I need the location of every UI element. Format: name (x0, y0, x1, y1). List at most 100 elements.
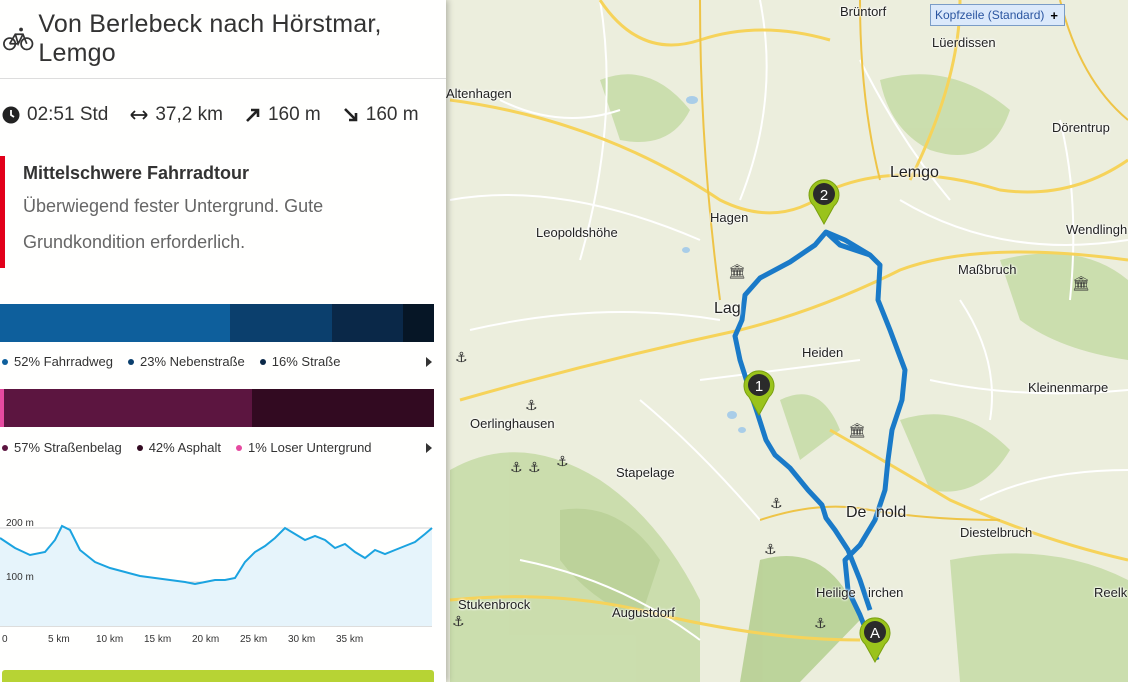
anchor-icon: ⚓ (510, 460, 523, 476)
place-label: Lüerdissen (932, 35, 996, 50)
tour-title: Von Berlebeck nach Hörstmar, Lemgo (38, 10, 382, 67)
expand-arrow-icon[interactable] (426, 357, 432, 367)
waytypes-bar-segment[interactable] (230, 304, 333, 342)
distance-arrows-icon (130, 109, 148, 121)
place-label: Brüntorf (840, 4, 887, 19)
legend-dot (128, 358, 134, 365)
legend-label: 23% Nebenstraße (140, 354, 245, 369)
place-label: Wendlingh (1066, 222, 1128, 237)
anchor-icon: ⚓ (528, 460, 541, 476)
x-axis-label: 25 km (240, 634, 267, 645)
waytypes-bar-segment[interactable] (403, 304, 434, 342)
legend-dot (2, 358, 8, 365)
anchor-icon: ⚓ (814, 616, 827, 632)
place-label: Stukenbrock (458, 597, 531, 612)
descent-stat: 160 m (343, 104, 419, 126)
x-axis-label: 35 km (336, 634, 363, 645)
waypoint-1-pin[interactable]: 1 (741, 367, 777, 417)
waytypes-legend-item: 52% Fahrradweg (0, 354, 113, 369)
place-label: Oerlinghausen (470, 416, 555, 431)
surface-bar-segment[interactable] (4, 389, 252, 427)
tour-stats: 02:51 Std 37,2 km 160 m 160 m (2, 104, 441, 126)
surface-bar[interactable] (0, 389, 434, 427)
place-label: Heilige (816, 585, 856, 600)
place-label: irchen (868, 585, 904, 600)
place-label: Leopoldshöhe (536, 225, 618, 240)
y-axis-label: 200 m (6, 518, 34, 529)
legend-dot (235, 444, 242, 451)
tour-details-panel: Von Berlebeck nach Hörstmar, Lemgo 02:51… (0, 0, 446, 682)
x-axis-label: 30 km (288, 634, 315, 645)
waytype-legend[interactable]: 52% Fahrradweg 23% Nebenstraße 16% Straße (0, 354, 434, 369)
place-label: Kleinenmarpe (1028, 380, 1109, 395)
legend-label: 57% Straßenbelag (14, 440, 122, 455)
anchor-icon: ⚓ (452, 614, 465, 630)
legend-label: 42% Asphalt (148, 440, 221, 455)
ascent-value: 160 m (267, 104, 321, 125)
museum-icon: 🏛 (1072, 275, 1090, 292)
x-axis-labels: 0 5 km 10 km 15 km 20 km 25 km 30 km 35 km (2, 634, 363, 645)
surface-legend-item: 1% Loser Untergrund (234, 440, 372, 455)
place-label: Heiden (802, 345, 844, 360)
x-axis-label: 5 km (48, 634, 70, 645)
place-label: Hagen (710, 210, 749, 225)
x-axis-label: 10 km (96, 634, 123, 645)
start-pin[interactable]: A (857, 614, 893, 664)
anchor-icon: ⚓ (525, 398, 538, 414)
x-axis-label: 0 (2, 634, 8, 645)
waypoint-2-pin[interactable]: 2 (806, 176, 842, 226)
place-label: Lemgo (890, 164, 939, 181)
surface-legend-item: 57% Straßenbelag (0, 440, 122, 455)
difficulty-description: Überwiegend fester Untergrund. Gute Grun… (23, 188, 440, 260)
difficulty-description-line: Grundkondition erforderlich. (23, 232, 246, 252)
difficulty-description-line: Überwiegend fester Untergrund. Gute (23, 196, 324, 216)
surface-legend-item: 42% Asphalt (135, 440, 221, 455)
museum-icon: 🏛 (728, 263, 746, 280)
ascent-arrow-icon (245, 107, 261, 123)
x-axis-label: 15 km (144, 634, 171, 645)
place-label: Dörentrup (1052, 120, 1110, 135)
place-label: nold (876, 504, 907, 521)
expand-arrow-icon[interactable] (426, 443, 432, 453)
place-label: Altenhagen (446, 86, 512, 101)
bicycle-icon (3, 27, 34, 51)
elevation-area (0, 526, 432, 626)
legend-dot (259, 358, 266, 365)
waypoint-label: 2 (820, 187, 828, 204)
surface-bar-segment[interactable] (251, 389, 434, 427)
action-button[interactable] (2, 670, 434, 682)
waytype-bar[interactable] (0, 304, 434, 342)
anchor-icon: ⚓ (556, 454, 569, 470)
x-axis-label: 20 km (192, 634, 219, 645)
place-label: Maßbruch (958, 262, 1017, 277)
place-label: Reelk (1094, 585, 1128, 600)
plus-icon: + (1050, 7, 1058, 23)
place-label: Augustdorf (612, 605, 675, 620)
waytypes-legend-item: 16% Straße (258, 354, 341, 369)
clock-icon (2, 106, 20, 124)
descent-arrow-icon (343, 107, 359, 123)
header-toggle-button[interactable]: Kopfzeile (Standard) + (930, 4, 1065, 26)
distance-value: 37,2 km (155, 104, 223, 125)
header-toggle-label: Kopfzeile (Standard) (935, 8, 1045, 22)
difficulty-box: Mittelschwere Fahrradtour Überwiegend fe… (0, 156, 440, 268)
legend-label: 52% Fahrradweg (14, 354, 113, 369)
legend-dot (2, 444, 8, 451)
waypoint-label: A (870, 625, 880, 642)
difficulty-title: Mittelschwere Fahrradtour (23, 163, 250, 183)
distance-stat: 37,2 km (130, 104, 223, 126)
anchor-icon: ⚓ (764, 542, 777, 558)
duration-value: 02:51 Std (27, 104, 109, 125)
anchor-icon: ⚓ (770, 496, 783, 512)
descent-value: 160 m (365, 104, 419, 125)
waytypes-bar-segment[interactable] (0, 304, 231, 342)
waytypes-bar-segment[interactable] (332, 304, 403, 342)
place-label: Stapelage (616, 465, 675, 480)
waytypes-legend-item: 23% Nebenstraße (126, 354, 245, 369)
legend-label: 1% Loser Untergrund (247, 440, 372, 455)
elevation-profile[interactable]: 200 m 100 m 0 5 km 10 km 15 km 20 km 25 km 30 … (0, 510, 440, 650)
surface-legend[interactable]: 57% Straßenbelag 42% Asphalt 1% Loser Unte… (0, 440, 434, 455)
tour-header: Von Berlebeck nach Hörstmar, Lemgo (0, 0, 446, 79)
place-label: Lag (714, 300, 741, 317)
legend-label: 16% Straße (271, 354, 341, 369)
